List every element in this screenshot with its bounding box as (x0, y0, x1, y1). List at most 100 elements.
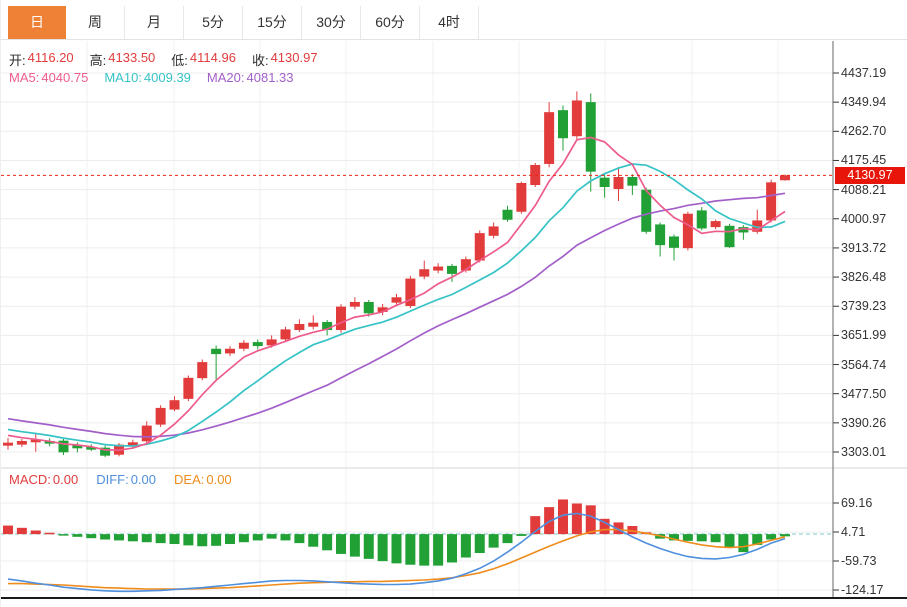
macd-bar (572, 504, 582, 535)
macd-bar (516, 534, 526, 536)
macd-tick-label: -124.17 (841, 582, 883, 598)
candle-body (350, 302, 360, 307)
chart-canvas[interactable] (1, 0, 907, 607)
macd-bar (489, 534, 499, 548)
macd-bar (281, 534, 291, 540)
price-tick-label: 3913.72 (841, 240, 886, 256)
price-tick-label: 4262.70 (841, 123, 886, 139)
macd-bar (447, 534, 457, 562)
candle-body (627, 177, 637, 186)
macd-bar (267, 534, 277, 539)
diff-label: DIFF: (96, 472, 129, 487)
macd-bar (45, 533, 55, 535)
candle-body (336, 307, 346, 330)
price-tick-label: 4349.94 (841, 94, 886, 110)
price-tick-label: 3303.01 (841, 444, 886, 460)
macd-bar (72, 534, 82, 537)
macd-bar (100, 534, 110, 539)
macd-bar (336, 534, 346, 554)
candle-body (725, 226, 735, 247)
candle-body (489, 226, 499, 235)
candle-body (614, 177, 624, 189)
macd-bar (378, 534, 388, 561)
candle-body (766, 182, 776, 220)
macd-bar (350, 534, 360, 557)
candle-body (364, 302, 374, 313)
candle-body (211, 349, 221, 354)
candle-body (17, 441, 27, 445)
candle-body (197, 362, 207, 378)
last-price-badge: 4130.97 (835, 167, 905, 184)
price-tick-label: 3477.50 (841, 386, 886, 402)
kline-chart-widget: 日周月5分15分30分60分4时 开:4116.20 高:4133.50 低:4… (0, 0, 907, 607)
macd-bar (419, 534, 429, 566)
candle-body (183, 378, 193, 399)
ma5-value: 4040.75 (41, 70, 88, 85)
macd-bar (322, 534, 332, 550)
ma20-label: MA20: (207, 70, 245, 85)
open-value: 4116.20 (28, 50, 74, 69)
macd-bar (114, 534, 124, 540)
candle-body (600, 178, 610, 187)
candle-body (239, 343, 249, 349)
macd-bar (294, 534, 304, 543)
price-tick-label: 3390.26 (841, 415, 886, 431)
macd-bar (3, 526, 13, 535)
close-label: 收: (252, 50, 269, 69)
macd-bar (197, 534, 207, 546)
candle-body (170, 400, 180, 409)
candle-body (433, 267, 443, 271)
macd-tick-label: 69.16 (841, 495, 872, 511)
macd-bar (211, 534, 221, 546)
macd-bar (433, 534, 443, 566)
candle-body (447, 266, 457, 274)
macd-bar (461, 534, 471, 557)
macd-value: 0.00 (53, 472, 78, 487)
candle-body (225, 349, 235, 354)
price-tick-label: 3739.23 (841, 298, 886, 314)
price-tick-label: 4088.21 (841, 182, 886, 198)
macd-bar (586, 505, 596, 534)
candle-body (655, 224, 665, 245)
ma20-value: 4081.33 (247, 70, 294, 85)
macd-bar (170, 534, 180, 544)
macd-bar (503, 534, 513, 543)
candle-body (142, 426, 152, 442)
macd-bar (17, 528, 27, 534)
candle-body (475, 233, 485, 260)
candle-body (308, 323, 318, 327)
candle-body (516, 183, 526, 212)
candle-body (3, 443, 13, 446)
high-value: 4133.50 (108, 50, 155, 69)
diff-value: 0.00 (131, 472, 156, 487)
macd-bar (392, 534, 402, 563)
ohlc-legend: 开:4116.20 高:4133.50 低:4114.96 收:4130.97 (9, 50, 318, 69)
candle-body (503, 210, 513, 220)
candle-body (697, 210, 707, 228)
macd-bar (128, 534, 138, 541)
candle-body (683, 214, 693, 248)
macd-bar (183, 534, 193, 545)
macd-bar (725, 534, 735, 548)
macd-bar (738, 534, 748, 552)
price-tick-label: 4437.19 (841, 65, 886, 81)
candle-body (294, 324, 304, 330)
macd-tick-label: 4.71 (841, 524, 865, 540)
candle-body (572, 100, 582, 136)
low-value: 4114.96 (190, 50, 236, 69)
ma20-line (8, 193, 785, 437)
dea-value: 0.00 (206, 472, 231, 487)
candle-body (392, 297, 402, 302)
candle-body (156, 408, 166, 425)
price-tick-label: 3651.99 (841, 327, 886, 343)
dea-label: DEA: (174, 472, 204, 487)
candle-body (253, 342, 263, 346)
macd-bar (225, 534, 235, 544)
bottom-border (1, 597, 907, 599)
price-tick-label: 3826.48 (841, 269, 886, 285)
macd-bar (697, 534, 707, 541)
macd-bar (31, 531, 41, 535)
macd-bar (59, 534, 69, 536)
macd-bar (683, 534, 693, 541)
ma5-label: MA5: (9, 70, 39, 85)
